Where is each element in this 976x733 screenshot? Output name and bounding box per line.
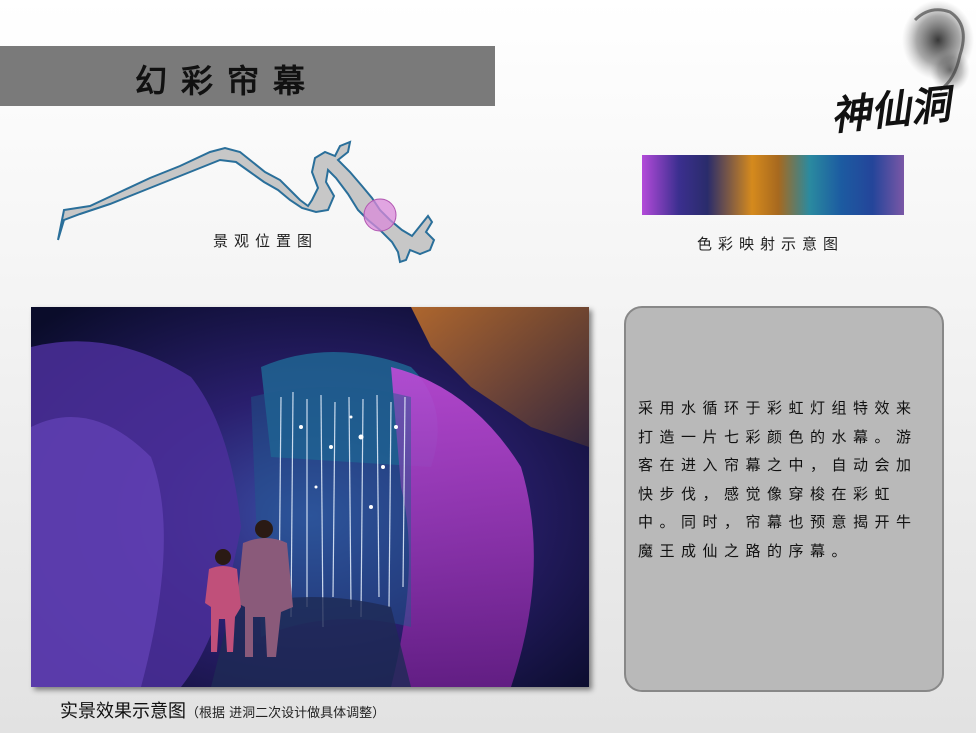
description-text: 采用水循环于彩虹灯组特效来打造一片七彩颜色的水幕。游客在进入帘幕之中，自动会加快…: [638, 399, 918, 560]
page-title: 幻彩帘幕: [135, 62, 320, 100]
location-marker-icon: [363, 198, 397, 232]
title-bar: 幻彩帘幕: [0, 46, 495, 106]
photo-caption: 实景效果示意图（根据 进洞二次设计做具体调整）: [60, 697, 385, 723]
photo-caption-title: 实景效果示意图: [60, 701, 186, 722]
description-panel: 采用水循环于彩虹灯组特效来打造一片七彩颜色的水幕。游客在进入帘幕之中，自动会加快…: [624, 306, 944, 692]
photo-caption-note: （根据 进洞二次设计做具体调整）: [186, 706, 386, 721]
color-caption: 色彩映射示意图: [697, 235, 845, 253]
map-caption: 景观位置图: [213, 232, 319, 250]
cave-photo: [31, 307, 589, 687]
color-gradient-bar: [642, 155, 904, 215]
